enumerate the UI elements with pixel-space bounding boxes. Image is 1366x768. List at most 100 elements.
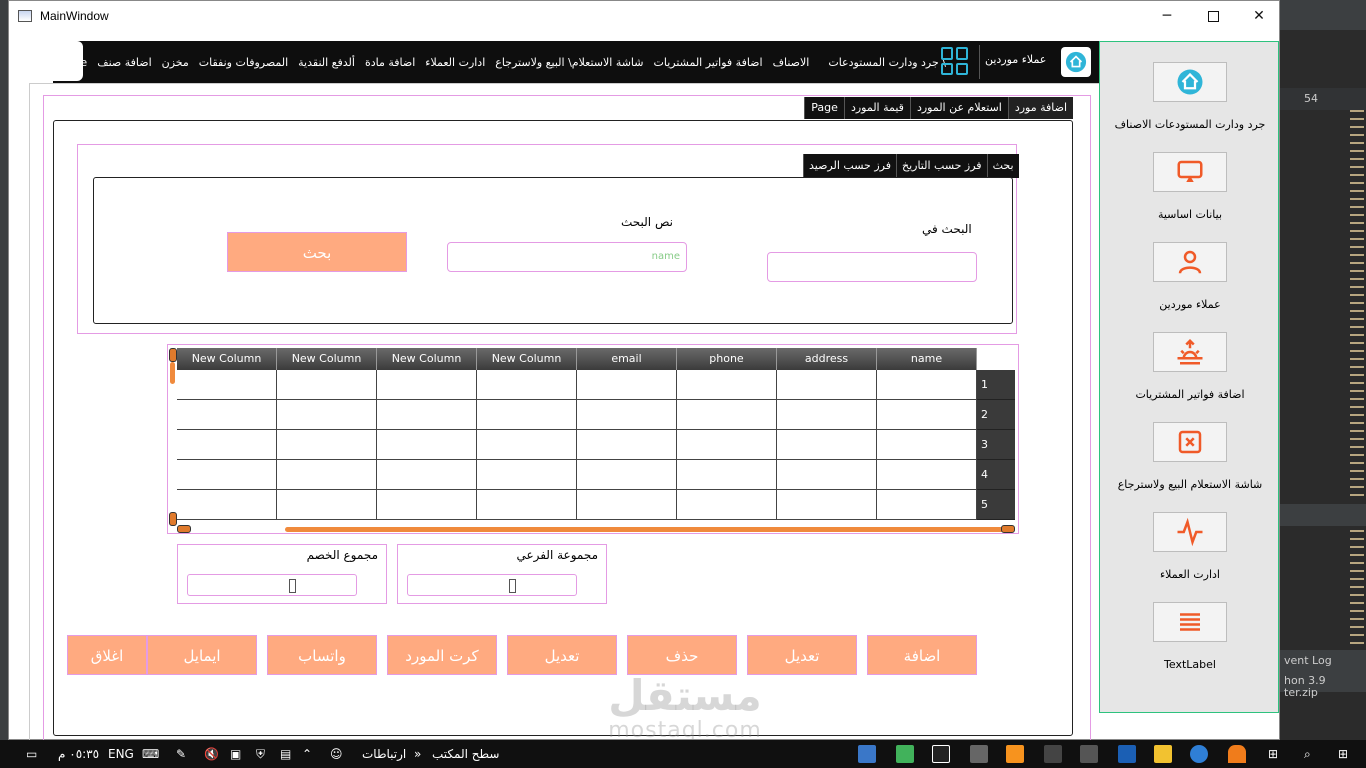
- top-nav-link[interactable]: مخزن: [157, 56, 194, 69]
- table-cell[interactable]: [677, 400, 777, 430]
- table-cell[interactable]: [277, 400, 377, 430]
- sidebar-button[interactable]: [1153, 422, 1227, 462]
- tab-0[interactable]: اضافة مورد: [1007, 97, 1073, 119]
- table-cell[interactable]: [277, 460, 377, 490]
- table-row[interactable]: [177, 400, 977, 430]
- search-in-field[interactable]: [767, 252, 977, 282]
- volume-icon[interactable]: 🔇: [204, 740, 219, 768]
- pycharm-icon[interactable]: [932, 745, 950, 763]
- scroll-thumb-horizontal[interactable]: [285, 527, 1005, 532]
- table-cell[interactable]: [577, 490, 677, 520]
- top-nav-link[interactable]: ادارت العملاء: [420, 56, 490, 69]
- ide-event-log[interactable]: vent Log: [1280, 650, 1366, 672]
- column-header[interactable]: name: [877, 348, 977, 370]
- table-cell[interactable]: [377, 400, 477, 430]
- table-cell[interactable]: [177, 370, 277, 400]
- sidebar-item-2[interactable]: عملاء موردين: [1100, 242, 1280, 311]
- delete-button[interactable]: حذف: [627, 635, 737, 675]
- table-cell[interactable]: [777, 490, 877, 520]
- top-nav-link[interactable]: اضافة صنف: [92, 56, 156, 69]
- table-cell[interactable]: [277, 430, 377, 460]
- table-row[interactable]: [177, 490, 977, 520]
- sidebar-item-3[interactable]: اضافة فواتير المشتريات: [1100, 332, 1280, 401]
- sidebar-item-6[interactable]: TextLabel: [1100, 602, 1280, 671]
- table-row[interactable]: [177, 370, 977, 400]
- search-button[interactable]: بحث: [227, 232, 407, 272]
- scroll-down-cap[interactable]: [169, 512, 177, 526]
- tab-1[interactable]: استعلام عن المورد: [909, 97, 1008, 119]
- tab-3[interactable]: Page: [804, 97, 844, 119]
- table-cell[interactable]: [577, 430, 677, 460]
- scroll-left-cap[interactable]: [177, 525, 191, 533]
- pen-icon[interactable]: ✎: [176, 740, 186, 768]
- battery-icon[interactable]: ▤: [280, 740, 291, 768]
- sidebar-item-1[interactable]: بيانات اساسية: [1100, 152, 1280, 221]
- file-explorer-icon[interactable]: [1154, 745, 1172, 763]
- table-cell[interactable]: [777, 370, 877, 400]
- search-subtab-2[interactable]: فرز حسب الرصيد: [803, 154, 896, 178]
- nav-home-button[interactable]: [1061, 47, 1091, 77]
- column-header[interactable]: address: [777, 348, 877, 370]
- scroll-up-cap[interactable]: [169, 348, 177, 362]
- column-header[interactable]: New Column: [377, 348, 477, 370]
- sublime-icon[interactable]: [1006, 745, 1024, 763]
- chevron-icon[interactable]: »: [414, 740, 421, 768]
- nav-customers-suppliers[interactable]: عملاء موردين: [985, 53, 1046, 66]
- start-icon[interactable]: ⊞: [1338, 740, 1348, 768]
- table-cell[interactable]: [377, 490, 477, 520]
- table-cell[interactable]: [477, 460, 577, 490]
- table-cell[interactable]: [177, 490, 277, 520]
- sidebar-button[interactable]: [1153, 512, 1227, 552]
- taskbar-desktop[interactable]: سطح المكتب: [432, 740, 499, 768]
- table-cell[interactable]: [277, 370, 377, 400]
- taskbar-links[interactable]: ارتباطات: [362, 740, 406, 768]
- sidebar-button[interactable]: [1153, 152, 1227, 192]
- maximize-button[interactable]: [1190, 1, 1236, 31]
- table-cell[interactable]: [277, 490, 377, 520]
- notification-icon[interactable]: ▭: [26, 740, 37, 768]
- table-cell[interactable]: [677, 460, 777, 490]
- subtotal-field[interactable]: [407, 574, 577, 596]
- sidebar-button[interactable]: [1153, 242, 1227, 282]
- top-nav-link[interactable]: اضافة مادة: [360, 56, 420, 69]
- table-cell[interactable]: [877, 490, 977, 520]
- table-cell[interactable]: [477, 400, 577, 430]
- task-view-icon[interactable]: ⊞: [1268, 740, 1278, 768]
- table-cell[interactable]: [677, 490, 777, 520]
- app-icon-1[interactable]: [970, 745, 988, 763]
- chevron-up-icon[interactable]: ⌃: [302, 740, 312, 768]
- security-icon[interactable]: ⛨: [256, 740, 265, 768]
- app-icon-2[interactable]: [1118, 745, 1136, 763]
- top-nav-link[interactable]: المصروفات ونفقات: [194, 56, 293, 69]
- tab-2[interactable]: قيمة المورد: [843, 97, 910, 119]
- table-cell[interactable]: [677, 370, 777, 400]
- mail-icon[interactable]: [1044, 745, 1062, 763]
- top-nav-link[interactable]: شاشة الاستعلام\ البيع ولاسترجاع: [490, 56, 648, 69]
- email-button[interactable]: ايمايل: [147, 635, 257, 675]
- search-icon[interactable]: ⌕: [1304, 740, 1311, 768]
- close-button[interactable]: ✕: [1236, 1, 1282, 31]
- column-header[interactable]: New Column: [477, 348, 577, 370]
- table-vertical-scrollbar[interactable]: [169, 348, 177, 526]
- keyboard-icon[interactable]: ⌨: [142, 740, 159, 768]
- table-cell[interactable]: [677, 430, 777, 460]
- sidebar-button[interactable]: [1153, 62, 1227, 102]
- edge-icon[interactable]: [1190, 745, 1208, 763]
- taskbar-clock[interactable]: ٠٥:٣٥ م: [58, 740, 99, 768]
- column-header[interactable]: New Column: [277, 348, 377, 370]
- grid-icon[interactable]: [941, 47, 969, 75]
- edit-button-2[interactable]: تعديل: [507, 635, 617, 675]
- top-nav-link[interactable]: ألدفع النقدية: [293, 56, 360, 69]
- table-cell[interactable]: [777, 460, 877, 490]
- column-header[interactable]: email: [577, 348, 677, 370]
- table-cell[interactable]: [377, 370, 477, 400]
- discount-field[interactable]: [187, 574, 357, 596]
- python-app-icon[interactable]: [858, 745, 876, 763]
- table-cell[interactable]: [477, 430, 577, 460]
- row-number[interactable]: 1: [977, 370, 1015, 400]
- search-text-input[interactable]: name: [447, 242, 687, 272]
- vlc-icon[interactable]: [1228, 745, 1246, 763]
- table-cell[interactable]: [877, 430, 977, 460]
- table-cell[interactable]: [777, 430, 877, 460]
- scroll-thumb-vertical[interactable]: [170, 362, 175, 384]
